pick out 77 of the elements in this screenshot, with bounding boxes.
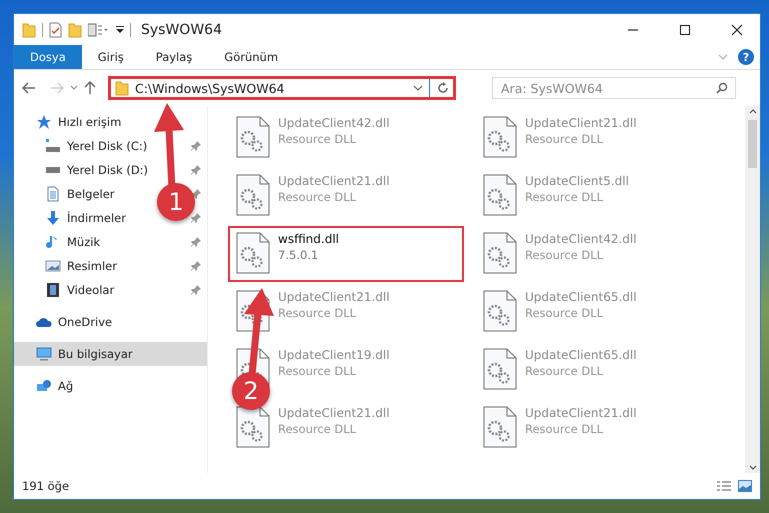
sidebar-item[interactable]: Yerel Disk (D:) <box>67 163 148 177</box>
sidebar-item[interactable]: Yerel Disk (C:) <box>67 139 148 153</box>
ribbon-tab[interactable]: Paylaş <box>140 45 208 69</box>
drive-icon <box>45 138 61 154</box>
download-arrow-icon <box>45 210 61 226</box>
file-detail: 7.5.0.1 <box>278 248 320 262</box>
dll-file-icon <box>236 174 270 216</box>
sidebar-item[interactable]: Hızlı erişim <box>58 115 122 129</box>
pin-icon[interactable] <box>191 213 201 223</box>
maximize-icon <box>679 24 691 36</box>
star-icon <box>36 114 52 130</box>
file-detail: Resource DLL <box>525 306 604 320</box>
scroll-down-icon[interactable] <box>748 465 756 470</box>
pin-icon[interactable] <box>191 141 201 151</box>
document-icon <box>45 186 61 202</box>
ribbon-tab[interactable]: Dosya <box>14 45 82 69</box>
address-field[interactable]: C:\Windows\SysWOW64 <box>108 76 456 100</box>
sidebar-item[interactable]: Müzik <box>67 235 100 249</box>
file-detail: Resource DLL <box>278 132 358 146</box>
file-detail: Resource DLL <box>525 422 604 436</box>
drive-icon <box>45 167 61 173</box>
window-title: SysWOW64 <box>141 22 223 38</box>
film-icon <box>45 282 61 298</box>
ribbon-tab[interactable]: Giriş <box>82 45 140 69</box>
file-detail: Resource DLL <box>525 132 604 146</box>
chevron-down-icon[interactable] <box>413 85 423 91</box>
search-field[interactable]: Ara: SysWOW64 <box>492 77 736 99</box>
file-detail: Resource DLL <box>525 248 604 262</box>
sidebar-item[interactable]: Ağ <box>58 379 74 393</box>
recent-locations-button[interactable] <box>70 85 78 91</box>
picture-icon <box>45 258 61 274</box>
item-count: 191 öğe <box>22 479 70 493</box>
folder-icon <box>115 80 129 96</box>
sidebar-item[interactable]: İndirmeler <box>67 211 126 225</box>
file-detail: Resource DLL <box>525 190 604 204</box>
scroll-up-icon[interactable] <box>748 109 756 114</box>
dll-file-icon <box>483 116 517 158</box>
up-button[interactable] <box>84 81 96 95</box>
file-detail: Resource DLL <box>278 190 358 204</box>
dll-file-icon <box>483 174 517 216</box>
sidebar-item[interactable]: Videolar <box>67 283 114 297</box>
search-icon[interactable] <box>716 82 728 94</box>
sidebar-item[interactable]: Resimler <box>67 259 117 273</box>
view-toggle-icon[interactable] <box>88 22 110 36</box>
folder-icon <box>22 22 36 38</box>
back-button[interactable] <box>22 82 36 94</box>
scrollbar-thumb[interactable] <box>748 120 757 168</box>
pin-icon[interactable] <box>191 165 201 175</box>
close-icon <box>731 24 743 36</box>
pin-icon[interactable] <box>191 261 201 271</box>
dropdown-caret-icon[interactable] <box>116 26 124 34</box>
properties-icon[interactable] <box>49 22 62 38</box>
computer-icon <box>36 346 52 362</box>
file-detail: Resource DLL <box>525 364 604 378</box>
dll-file-icon <box>483 406 517 448</box>
file-name[interactable]: wsffind.dll <box>278 232 339 246</box>
large-icons-view-icon[interactable] <box>738 480 752 492</box>
network-icon <box>36 378 52 394</box>
new-folder-icon <box>68 22 82 38</box>
sidebar-item[interactable]: Bu bilgisayar <box>58 347 133 361</box>
dll-file-icon <box>483 290 517 332</box>
dll-file-icon <box>483 348 517 390</box>
dll-file-icon <box>236 406 270 448</box>
help-button[interactable]: ? <box>738 49 754 65</box>
refresh-icon[interactable] <box>436 81 450 95</box>
details-view-icon[interactable] <box>716 480 732 492</box>
sidebar-item[interactable]: Belgeler <box>67 187 115 201</box>
file-detail: Resource DLL <box>278 306 358 320</box>
dll-file-icon <box>236 232 270 274</box>
dll-file-icon <box>483 232 517 274</box>
dll-file-icon <box>236 116 270 158</box>
pin-icon[interactable] <box>191 237 201 247</box>
pin-icon[interactable] <box>191 285 201 295</box>
ribbon-tab[interactable]: Görünüm <box>208 45 294 69</box>
file-detail: Resource DLL <box>278 364 358 378</box>
file-detail: Resource DLL <box>278 422 358 436</box>
sidebar-item[interactable]: OneDrive <box>58 315 112 329</box>
